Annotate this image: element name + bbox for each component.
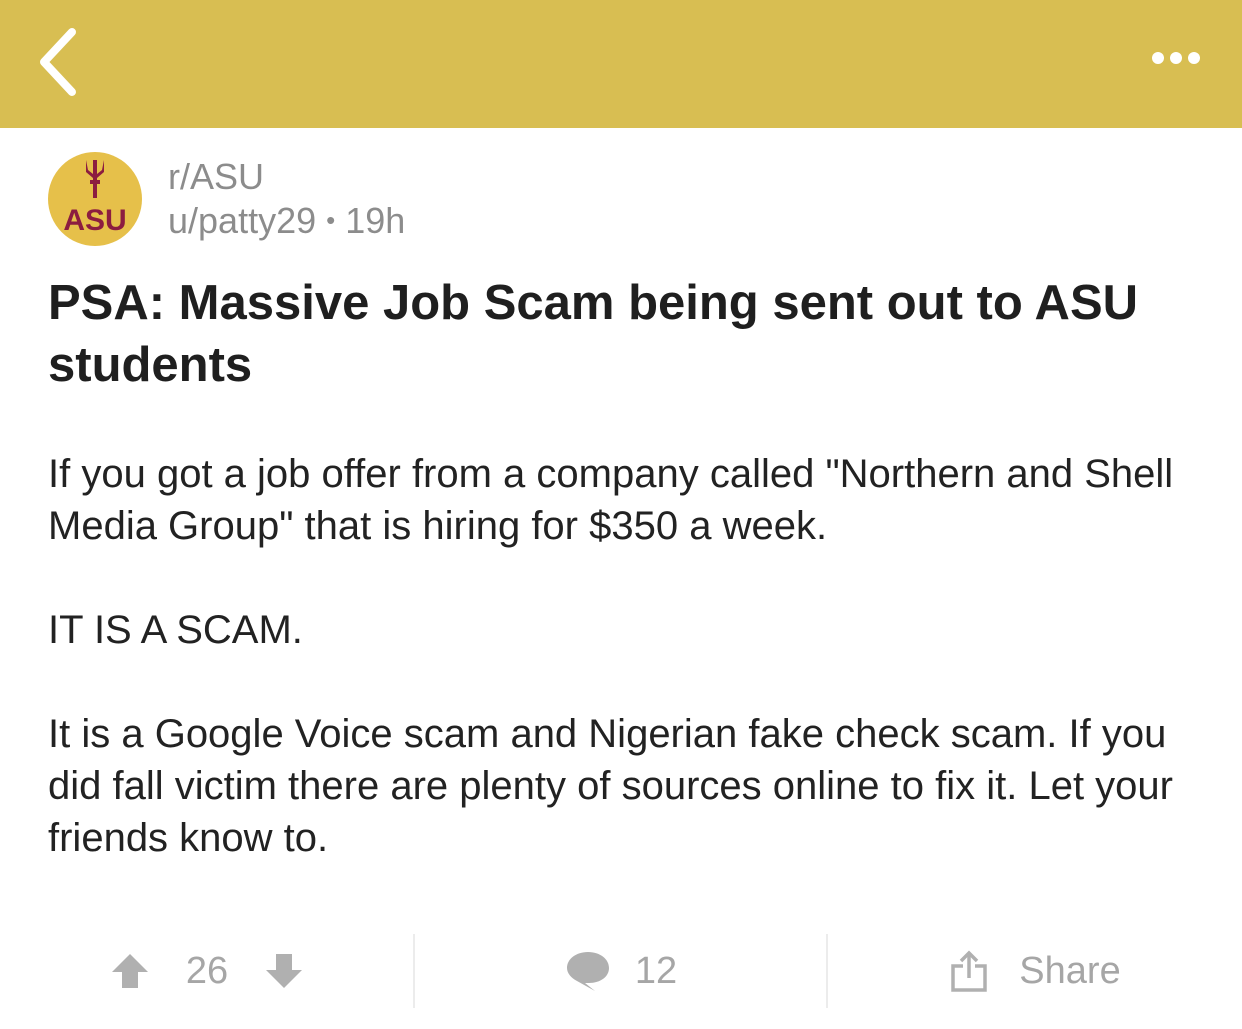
upvote-button[interactable] xyxy=(110,952,150,990)
arrow-up-icon xyxy=(111,954,148,988)
comments-button[interactable]: 12 xyxy=(416,934,826,1008)
share-label: Share xyxy=(1019,949,1121,992)
comment-count: 12 xyxy=(634,949,678,992)
actions-divider xyxy=(413,934,415,1008)
vote-group: 26 xyxy=(0,934,414,1008)
post-meta: u/patty29 • 19h xyxy=(168,200,405,242)
chevron-left-icon xyxy=(40,28,76,96)
post-title: PSA: Massive Job Scam being sent out to … xyxy=(48,276,1139,392)
subreddit-avatar[interactable]: ASU xyxy=(48,152,142,246)
downvote-button[interactable] xyxy=(264,952,304,990)
top-bar xyxy=(0,0,1242,128)
arrow-down-icon xyxy=(266,954,303,988)
back-button[interactable] xyxy=(30,22,100,102)
vote-score: 26 xyxy=(185,949,229,992)
post-body: If you got a job offer from a company ca… xyxy=(48,448,1218,916)
post-header: ASU r/ASU u/patty29 • 19h xyxy=(48,150,1208,250)
post-actions-bar: 26 12 Share xyxy=(0,934,1242,1008)
share-icon xyxy=(951,950,988,992)
author-link[interactable]: u/patty29 xyxy=(168,200,316,241)
more-options-button[interactable] xyxy=(1146,40,1206,76)
body-paragraph: IT IS A SCAM. xyxy=(48,608,303,652)
more-horizontal-icon xyxy=(1152,52,1200,64)
subreddit-link[interactable]: r/ASU xyxy=(168,156,264,198)
share-button[interactable]: Share xyxy=(828,934,1242,1008)
comment-bubble-icon xyxy=(566,952,609,991)
body-paragraph: If you got a job offer from a company ca… xyxy=(48,452,1174,548)
meta-separator: • xyxy=(326,205,336,235)
svg-text:ASU: ASU xyxy=(63,204,126,237)
post-age: 19h xyxy=(345,200,406,241)
body-paragraph: It is a Google Voice scam and Nigerian f… xyxy=(48,712,1173,860)
